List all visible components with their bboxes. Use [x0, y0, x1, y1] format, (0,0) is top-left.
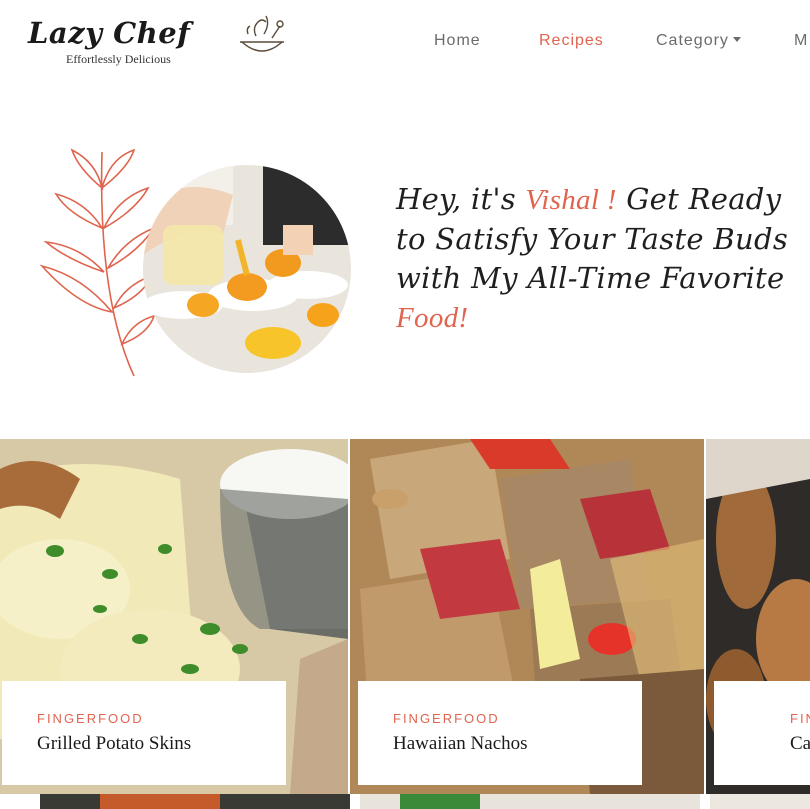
card-title[interactable]: Grilled Potato Skins — [37, 733, 191, 755]
nav-category-label: Category — [656, 32, 729, 49]
hero-name: Vishal ! — [525, 184, 617, 216]
hero-heading: Hey, it's Vishal ! Get Ready to Satisfy … — [396, 180, 796, 338]
hero-text-prefix: Hey, it's — [396, 182, 526, 216]
main-nav: Home Recipes Category M — [0, 32, 810, 56]
card-category[interactable]: FINGERFOOD — [393, 711, 500, 726]
nav-category[interactable]: Category — [656, 32, 741, 50]
card-info: FIN Ca — [714, 681, 810, 785]
nav-more[interactable]: M — [794, 32, 808, 50]
hero-image — [143, 165, 351, 373]
hero-accent-food: Food! — [396, 302, 469, 334]
card-title[interactable]: Ca — [790, 733, 810, 755]
caret-down-icon — [732, 37, 741, 42]
site-header: Lazy Chef Effortlessly Delicious Home Re… — [0, 0, 810, 90]
recipe-cards: FINGERFOOD Grilled Potato Skins FINGERFO… — [0, 439, 810, 794]
nav-home[interactable]: Home — [434, 32, 481, 50]
recipe-card[interactable]: FINGERFOOD Hawaiian Nachos — [350, 439, 704, 794]
recipe-card[interactable]: FINGERFOOD Grilled Potato Skins — [0, 439, 348, 794]
page: Lazy Chef Effortlessly Delicious Home Re… — [0, 0, 810, 809]
recipe-card[interactable]: FIN Ca — [706, 439, 810, 794]
nav-recipes[interactable]: Recipes — [539, 32, 604, 50]
card-info: FINGERFOOD Grilled Potato Skins — [2, 681, 286, 785]
leaf-branch-icon — [39, 148, 157, 377]
card-category[interactable]: FINGERFOOD — [37, 711, 144, 726]
next-row-preview — [0, 794, 810, 809]
card-info: FINGERFOOD Hawaiian Nachos — [358, 681, 642, 785]
chef-plating-photo — [143, 165, 351, 373]
card-category[interactable]: FIN — [790, 711, 810, 726]
card-title[interactable]: Hawaiian Nachos — [393, 733, 528, 755]
